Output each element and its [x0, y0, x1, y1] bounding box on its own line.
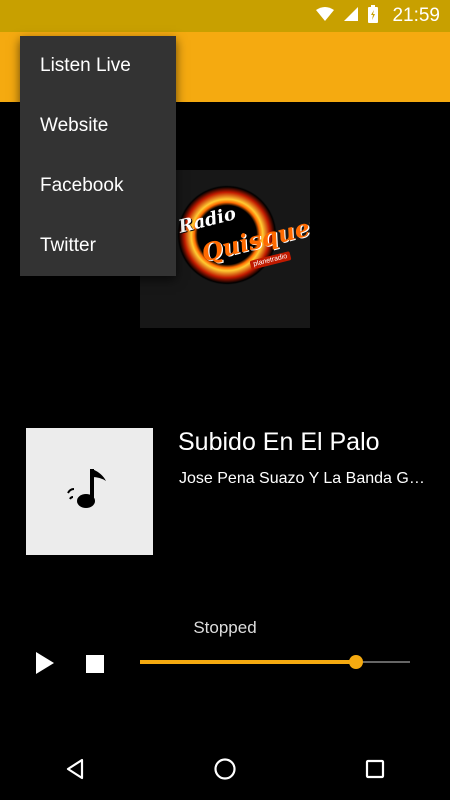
wifi-icon	[316, 6, 335, 26]
battery-icon	[368, 4, 379, 28]
menu-item-facebook[interactable]: Facebook	[20, 156, 176, 216]
recents-icon	[363, 757, 387, 786]
back-icon	[63, 757, 87, 786]
navigation-bar	[0, 742, 450, 800]
stop-icon	[83, 655, 107, 680]
overflow-menu: Listen Live Website Facebook Twitter	[20, 36, 176, 276]
play-button[interactable]	[30, 648, 60, 678]
playback-status: Stopped	[193, 618, 257, 637]
music-note-icon	[64, 463, 116, 520]
song-title: Subido En El Palo	[178, 428, 380, 456]
menu-item-listen-live[interactable]: Listen Live	[20, 36, 176, 96]
album-art	[26, 428, 153, 555]
clock: 21:59	[392, 5, 440, 26]
signal-icon	[344, 6, 359, 26]
status-bar: 21:59	[0, 0, 450, 32]
seek-bar[interactable]	[140, 655, 410, 669]
menu-item-twitter[interactable]: Twitter	[20, 216, 176, 276]
recents-button[interactable]	[355, 751, 395, 791]
home-button[interactable]	[205, 751, 245, 791]
stop-button[interactable]	[83, 652, 107, 676]
seek-thumb[interactable]	[349, 655, 363, 669]
artist-name: Jose Pena Suazo Y La Banda Gorda	[179, 470, 431, 487]
home-icon	[213, 757, 237, 786]
back-button[interactable]	[55, 751, 95, 791]
seek-fill	[140, 660, 356, 664]
menu-item-website[interactable]: Website	[20, 96, 176, 156]
play-icon	[30, 652, 60, 682]
